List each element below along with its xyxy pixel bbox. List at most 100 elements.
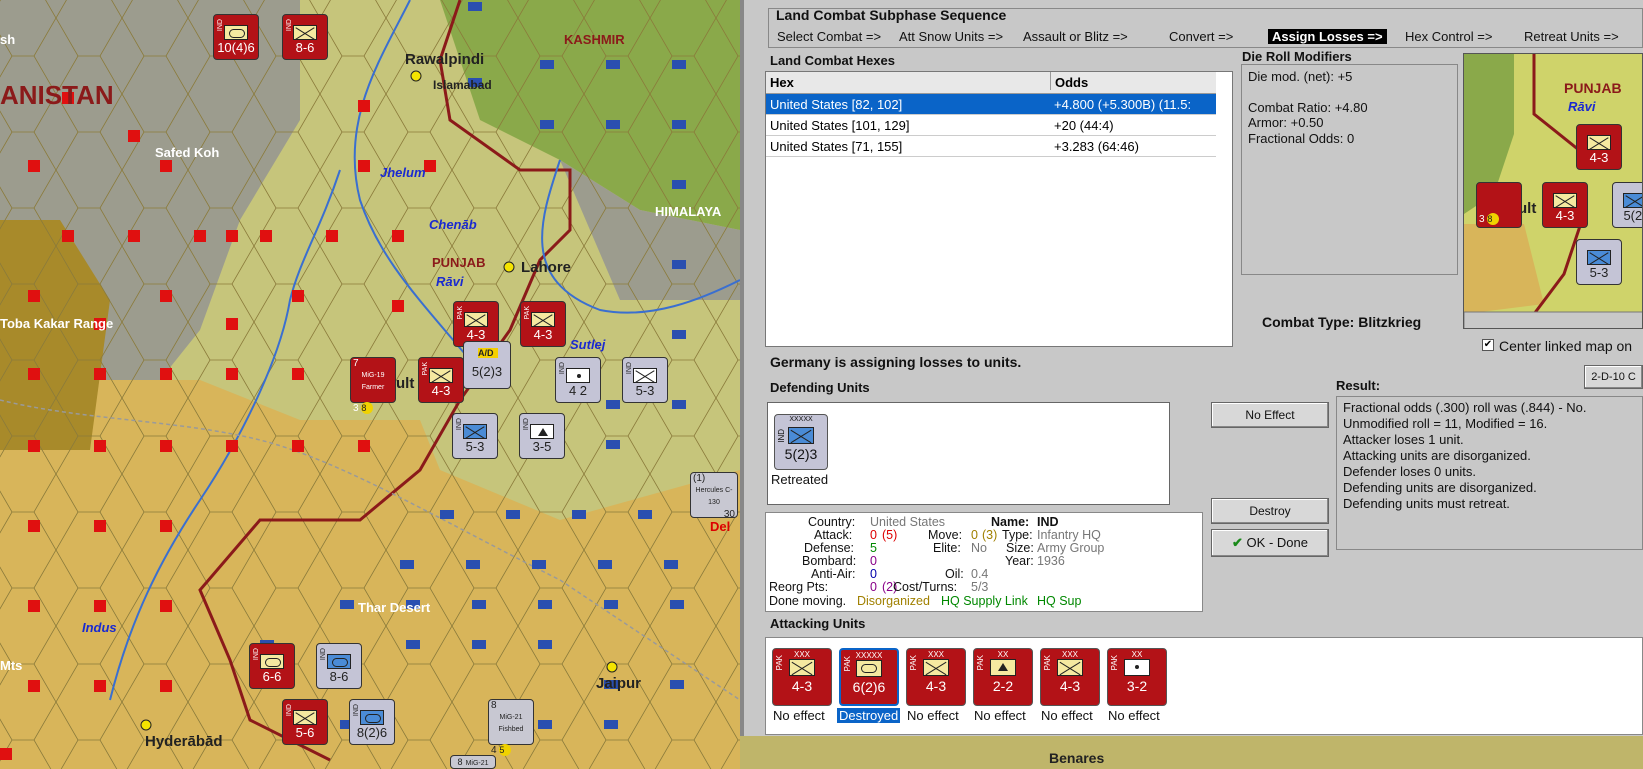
destroy-button[interactable]: Destroy [1211,498,1329,524]
mountain-symbol-icon [530,424,554,439]
infantry-symbol-icon [1057,659,1083,676]
label-benares: Benares [1049,750,1105,766]
map-unit[interactable]: IND 5-3 [452,413,498,459]
mountain-symbol-icon [990,659,1016,676]
label-sh: sh [0,32,16,47]
minimap-unit: 5-3 [1576,239,1622,285]
attacking-unit[interactable]: PAK XX 3-2 [1107,648,1167,706]
label-thar: Thar Desert [358,600,431,615]
label-himalaya: HIMALAYA [655,204,722,219]
attacking-unit[interactable]: PAK XXX 4-3 [772,648,832,706]
armor-symbol-icon [327,654,351,669]
infantry-symbol-icon [463,424,487,439]
table-row[interactable]: United States [101, 129] +20 (44:4) [766,115,1216,136]
map-unit[interactable]: IND 4 2 [555,357,601,403]
check-icon: ✔ [1232,535,1243,550]
roll-2d10-button[interactable]: 2-D-10 C [1584,365,1643,389]
label-kashmir: KASHMIR [564,32,625,47]
minimap-unit: 5(2) [1612,182,1642,228]
attacking-unit-status: No effect [974,708,1026,723]
infantry-symbol-icon [531,312,555,327]
label-hyderabad: Hyderābād [145,733,223,750]
defending-unit-status: Retreated [771,472,829,487]
infantry-symbol-icon [464,312,488,327]
bottom-map-strip: Benares [740,736,1643,769]
label-indus: Indus [82,620,117,635]
combat-type: Combat Type: Blitzkrieg [1262,314,1422,330]
minimap-unit: 4-3 [1542,182,1588,228]
attacking-unit[interactable]: PAK XXX 4-3 [906,648,966,706]
label-toba-kakar: Toba Kakar Range [0,316,114,331]
label-safed-koh: Safed Koh [155,145,220,160]
armor-symbol-icon [856,660,882,677]
label-lahore: Lahore [521,259,572,276]
map-unit[interactable]: IND 10(4)6 [213,14,259,60]
map-unit[interactable]: IND 8(2)6 [349,699,395,745]
label-ravi: Rāvi [436,274,464,289]
seq-step-att-snow: Att Snow Units => [899,29,1004,44]
col-odds[interactable]: Odds [1050,72,1088,90]
seq-step-assign-losses: Assign Losses => [1268,29,1387,44]
air-unit[interactable]: 7 MiG-19 Farmer 3 8 [350,357,396,414]
label-chenab: Chenāb [429,217,477,232]
attacking-unit-status: Destroyed [837,708,901,723]
dot-symbol-icon [1124,659,1150,676]
seq-step-assault: Assault or Blitz => [1023,29,1128,44]
defending-unit[interactable]: IND XXXXX 5(2)3 [774,414,828,470]
map-unit[interactable]: IND 8-6 [282,14,328,60]
attacking-title: Attacking Units [770,616,866,631]
seq-step-select-combat: Select Combat => [777,29,882,44]
air-unit[interactable]: 8 MiG-21 Fishbed 4 5 [488,699,534,756]
map-unit[interactable]: IND 5-3 [622,357,668,403]
map-unit[interactable]: PAK 4-3 [418,357,464,403]
label-jaipur: Jaipur [596,675,642,692]
map-unit[interactable]: IND 5-6 [282,699,328,745]
ad-unit[interactable]: A/D 5(2)3 [463,341,511,389]
label-sutlej: Sutlej [570,337,606,352]
center-linked-label: Center linked map on [1499,338,1633,354]
attacking-unit-status: No effect [1041,708,1093,723]
label-delhi: Del [710,519,731,534]
infantry-symbol-icon [923,659,949,676]
game-map[interactable]: ANISTAN KASHMIR HIMALAYA PUNJAB Rawalpin… [0,0,740,769]
minimap-air-unit: 3 8 [1476,182,1522,228]
minimap-unit: 4-3 [1576,124,1622,170]
table-row[interactable]: United States [71, 155] +3.283 (64:46) [766,136,1216,157]
attacking-unit[interactable]: PAK XX 2-2 [973,648,1033,706]
seq-step-convert: Convert => [1169,29,1234,44]
infantry-symbol-icon [293,710,317,725]
linked-minimap[interactable]: PUNJAB Rāvi ult 4-3 4-3 5(2) 5-3 3 8 [1463,53,1643,329]
hexes-table: Hex Odds United States [82, 102] +4.800 … [765,71,1233,347]
infantry-symbol-icon [788,427,814,444]
label-rawalpindi: Rawalpindi [405,51,485,68]
air-unit[interactable]: 8 MiG-21 [450,755,496,769]
no-effect-button[interactable]: No Effect [1211,402,1329,428]
modifiers-box: Die mod. (net): +5 Combat Ratio: +4.80 A… [1241,64,1458,275]
dot-symbol-icon [566,368,590,383]
infantry-symbol-icon [293,25,317,40]
table-header: Hex Odds [766,72,1216,94]
unit-info-box: Country: United States Attack: 0 (5) Def… [765,512,1203,612]
infantry-symbol-icon [633,368,657,383]
map-unit[interactable]: IND 3-5 [519,413,565,459]
label-punjab: PUNJAB [432,255,486,270]
col-hex[interactable]: Hex [770,75,794,90]
result-title: Result: [1336,378,1381,393]
attacking-unit[interactable]: PAK XXXXX 6(2)6 [839,648,899,706]
map-unit[interactable]: PAK 4-3 [520,301,566,347]
label-islamabad: Islamabad [433,78,492,92]
armor-symbol-icon [224,25,248,40]
ok-done-button[interactable]: ✔ OK - Done [1211,529,1329,557]
result-box: Fractional odds (.300) roll was (.844) -… [1336,396,1643,550]
map-unit[interactable]: IND 6-6 [249,643,295,689]
sequence-title: Land Combat Subphase Sequence [776,7,1007,23]
infantry-symbol-icon [789,659,815,676]
hexes-title: Land Combat Hexes [770,53,895,68]
map-unit[interactable]: IND 8-6 [316,643,362,689]
table-row[interactable]: United States [82, 102] +4.800 (+5.300B)… [766,94,1216,115]
air-unit[interactable]: (1) Hercules C-130 30 [690,472,738,520]
attacking-unit[interactable]: PAK XXX 4-3 [1040,648,1100,706]
center-linked-checkbox[interactable]: ✔ [1482,339,1494,351]
label-ult: ult [396,375,415,392]
label-mts: Mts [0,658,23,673]
